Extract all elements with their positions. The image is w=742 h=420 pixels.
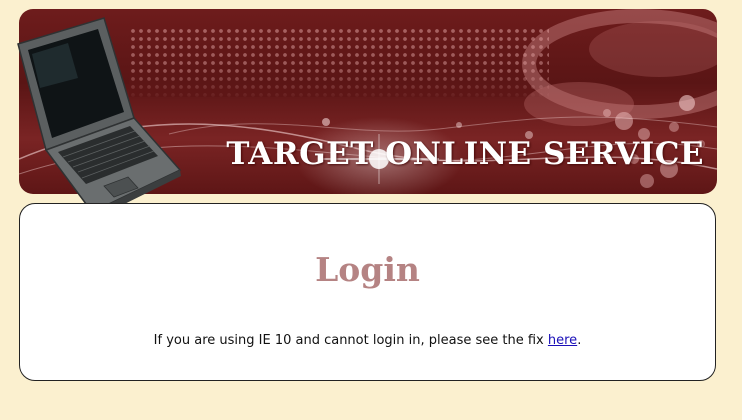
laptop-icon xyxy=(17,17,182,219)
login-panel: Login If you are using IE 10 and cannot … xyxy=(19,203,716,381)
banner-title: TARGET ONLINE SERVICE xyxy=(226,136,704,172)
ie10-notice: If you are using IE 10 and cannot login … xyxy=(20,333,715,348)
fix-link[interactable]: here xyxy=(548,333,577,348)
notice-text: If you are using IE 10 and cannot login … xyxy=(153,333,548,348)
page-title: Login xyxy=(315,250,420,289)
notice-end: . xyxy=(577,333,582,348)
